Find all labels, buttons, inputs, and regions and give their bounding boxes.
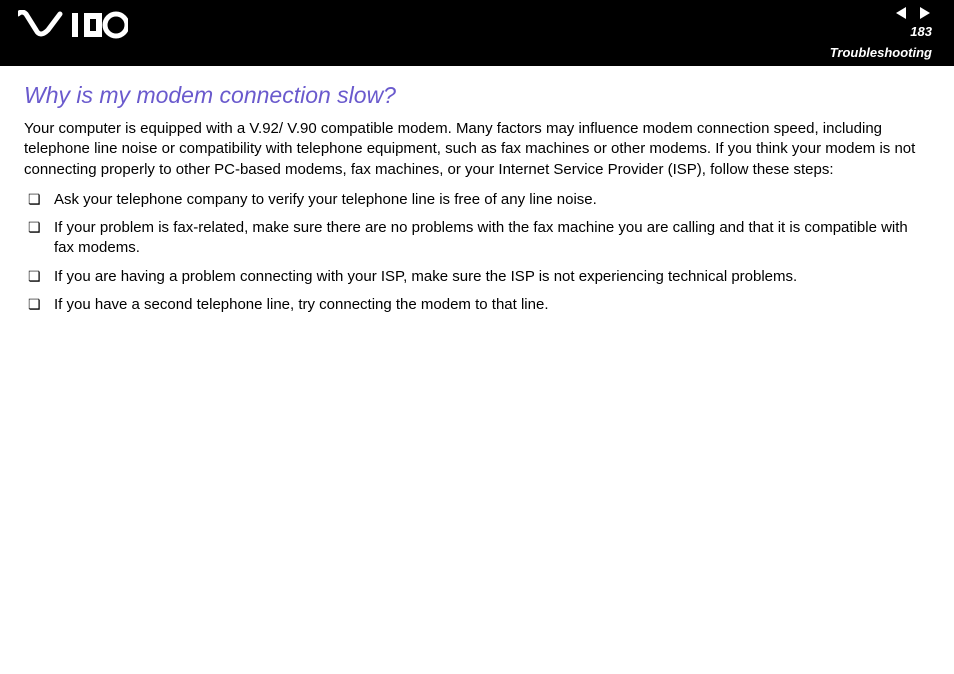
nav-arrows <box>894 6 932 20</box>
list-item: If you have a second telephone line, try… <box>24 295 930 315</box>
next-page-icon[interactable] <box>918 6 932 20</box>
page-heading: Why is my modem connection slow? <box>24 82 930 109</box>
vaio-logo <box>18 10 128 45</box>
steps-list: Ask your telephone company to verify you… <box>24 190 930 315</box>
list-item: If you are having a problem connecting w… <box>24 267 930 287</box>
intro-paragraph: Your computer is equipped with a V.92/ V… <box>24 119 930 180</box>
list-item: Ask your telephone company to verify you… <box>24 190 930 210</box>
page-meta: 183 Troubleshooting <box>830 24 932 60</box>
content-area: Why is my modem connection slow? Your co… <box>0 66 954 315</box>
list-item: If your problem is fax-related, make sur… <box>24 218 930 259</box>
section-title: Troubleshooting <box>830 45 932 60</box>
page-number: 183 <box>830 24 932 39</box>
prev-page-icon[interactable] <box>894 6 908 20</box>
header-bar: 183 Troubleshooting <box>0 0 954 66</box>
